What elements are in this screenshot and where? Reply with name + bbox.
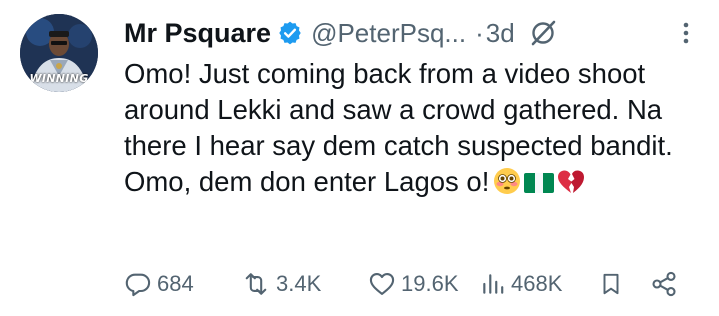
flushed-face-emoji-icon xyxy=(493,167,521,204)
bookmark-icon xyxy=(603,273,619,295)
broken-heart-icon xyxy=(557,168,585,204)
tweet[interactable]: WINNING Mr Psquare @PeterPsq... · 3d Omo… xyxy=(0,0,719,316)
reply-icon xyxy=(125,273,151,297)
like-button[interactable]: 19.6K xyxy=(368,266,459,302)
reply-count: 684 xyxy=(157,271,194,296)
repost-icon xyxy=(245,273,267,295)
tweet-header: Mr Psquare @PeterPsq... · 3d xyxy=(124,14,699,52)
avatar-caption: WINNING xyxy=(29,72,89,85)
nigeria-flag-icon xyxy=(524,168,555,204)
repost-count: 3.4K xyxy=(276,271,322,296)
tweet-text: Omo! Just coming back from a video shoot… xyxy=(124,56,704,204)
more-options-icon[interactable] xyxy=(673,20,699,46)
views-button[interactable]: 468K xyxy=(480,266,562,302)
share-button[interactable] xyxy=(650,266,678,302)
grok-icon[interactable] xyxy=(529,19,557,47)
tweet-text-content: Omo! Just coming back from a video shoot… xyxy=(124,58,673,197)
like-count: 19.6K xyxy=(401,271,459,296)
repost-button[interactable]: 3.4K xyxy=(241,266,321,302)
share-icon xyxy=(652,271,676,297)
verified-badge-icon[interactable] xyxy=(277,20,303,46)
action-bar: 684 3.4K 19.6K 468K xyxy=(124,266,699,302)
avatar[interactable]: WINNING xyxy=(20,14,98,92)
heart-icon xyxy=(369,273,395,295)
bookmark-button[interactable] xyxy=(598,266,624,302)
timestamp[interactable]: 3d xyxy=(486,18,515,49)
author-handle[interactable]: @PeterPsq... xyxy=(311,18,466,49)
emoji-group xyxy=(493,167,585,204)
separator-dot: · xyxy=(475,17,484,48)
views-chart-icon xyxy=(483,274,504,294)
author-name[interactable]: Mr Psquare xyxy=(124,18,271,49)
views-count: 468K xyxy=(511,271,563,296)
reply-button[interactable]: 684 xyxy=(124,266,194,302)
